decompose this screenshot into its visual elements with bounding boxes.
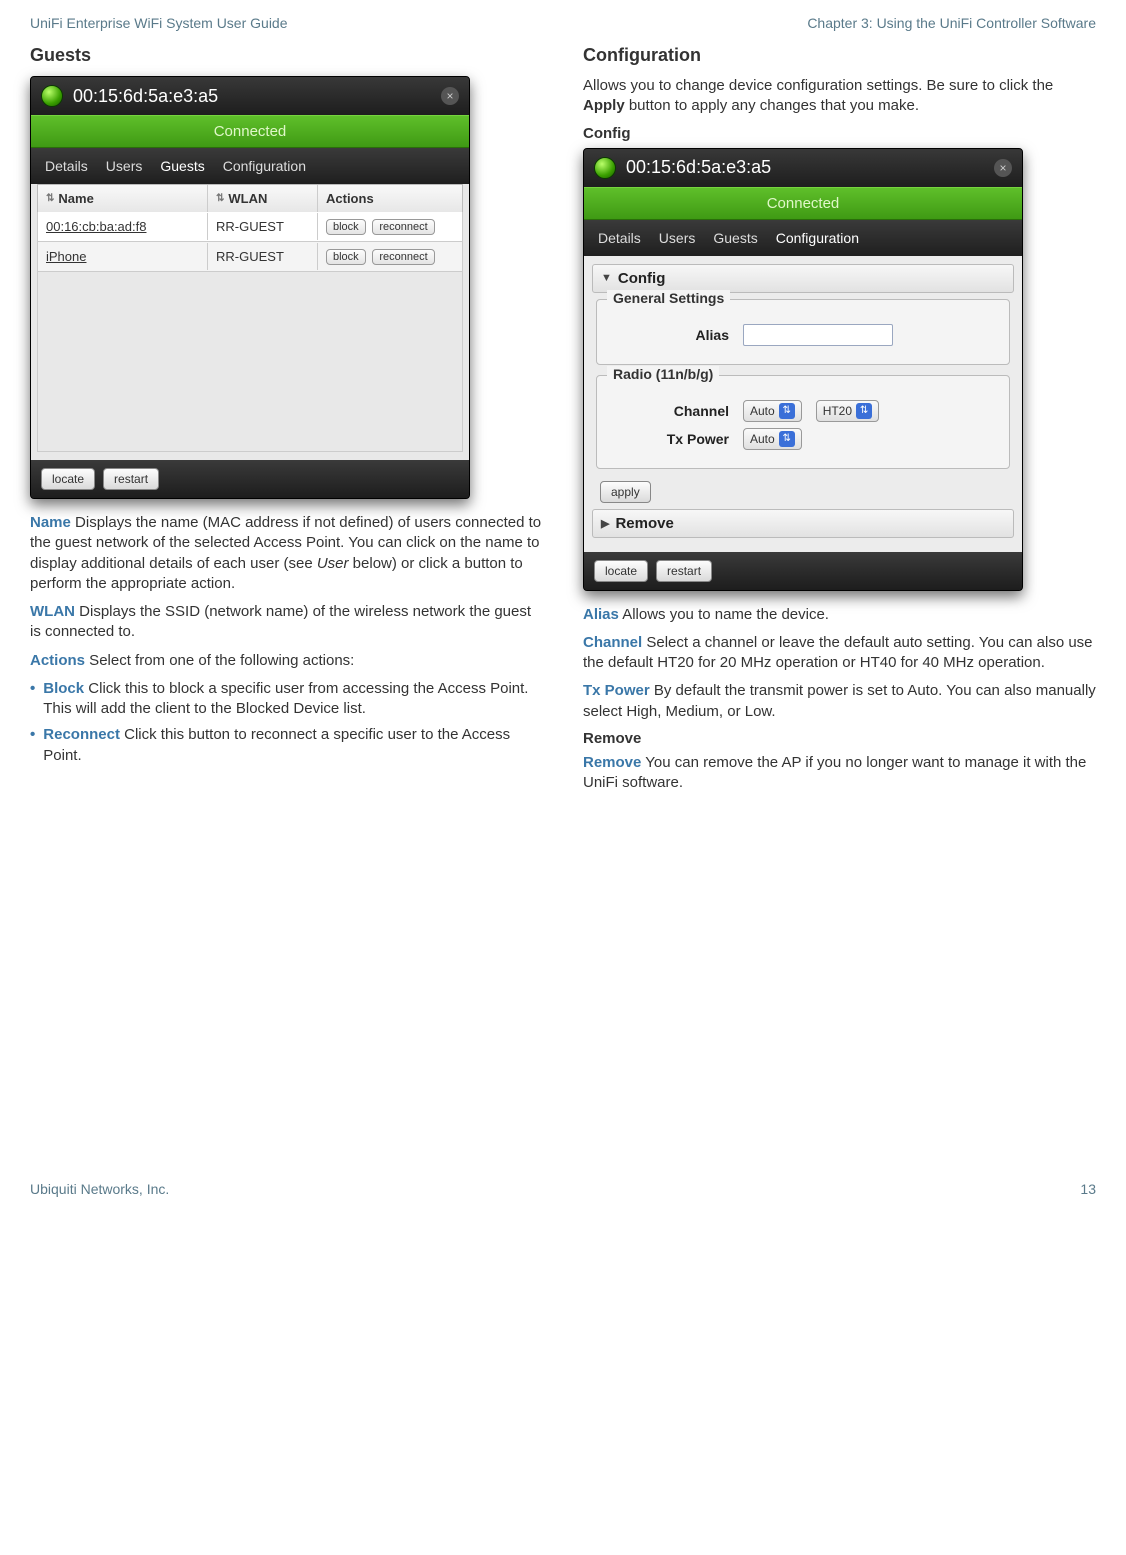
tab-users[interactable]: Users xyxy=(659,230,696,246)
bullet-icon: • xyxy=(30,679,35,720)
wlan-desc: WLAN Displays the SSID (network name) of… xyxy=(30,602,543,643)
connected-status: Connected xyxy=(31,115,469,148)
restart-button[interactable]: restart xyxy=(656,560,712,582)
header-left: UniFi Enterprise WiFi System User Guide xyxy=(30,15,288,31)
triangle-down-icon: ▼ xyxy=(601,272,612,284)
col-header-wlan[interactable]: ⇅WLAN xyxy=(208,185,318,212)
window-titlebar: 00:15:6d:5a:e3:a5 × xyxy=(31,77,469,115)
reconnect-term: Reconnect xyxy=(43,726,120,743)
config-intro: Allows you to change device configuratio… xyxy=(583,76,1096,117)
remove-desc: Remove You can remove the AP if you no l… xyxy=(583,753,1096,794)
footer-right: 13 xyxy=(1080,1181,1096,1197)
guest-wlan: RR-GUEST xyxy=(208,213,318,240)
block-bullet: • Block Click this to block a specific u… xyxy=(30,679,543,720)
restart-button[interactable]: restart xyxy=(103,468,159,490)
channel-select[interactable]: Auto ⇅ xyxy=(743,400,802,422)
radio-legend: Radio (11n/b/g) xyxy=(607,366,719,382)
channel-label: Channel xyxy=(609,403,729,419)
chevron-updown-icon: ⇅ xyxy=(779,403,795,419)
guest-name-link[interactable]: 00:16:cb:ba:ad:f8 xyxy=(38,213,208,240)
sort-icon: ⇅ xyxy=(46,193,54,204)
reconnect-button[interactable]: reconnect xyxy=(372,219,434,235)
actions-term: Actions xyxy=(30,652,85,669)
guest-name-link[interactable]: iPhone xyxy=(38,243,208,270)
configuration-heading: Configuration xyxy=(583,45,1096,66)
window-title: 00:15:6d:5a:e3:a5 xyxy=(626,157,771,178)
close-icon[interactable]: × xyxy=(994,159,1012,177)
block-button[interactable]: block xyxy=(326,249,366,265)
tab-guests[interactable]: Guests xyxy=(713,230,757,246)
config-accordion[interactable]: ▼ Config xyxy=(592,264,1014,293)
config-window: 00:15:6d:5a:e3:a5 × Connected Details Us… xyxy=(583,148,1023,591)
page-footer: Ubiquiti Networks, Inc. 13 xyxy=(30,1181,1096,1197)
block-term: Block xyxy=(43,680,84,697)
table-header: ⇅Name ⇅WLAN Actions xyxy=(37,184,463,212)
window-titlebar: 00:15:6d:5a:e3:a5 × xyxy=(584,149,1022,187)
bullet-icon: • xyxy=(30,725,35,766)
txpower-label: Tx Power xyxy=(609,431,729,447)
connected-status: Connected xyxy=(584,187,1022,220)
wlan-term: WLAN xyxy=(30,603,75,620)
alias-desc: Alias Allows you to name the device. xyxy=(583,605,1096,625)
tab-configuration[interactable]: Configuration xyxy=(776,230,859,246)
alias-input[interactable] xyxy=(743,324,893,346)
col-header-name[interactable]: ⇅Name xyxy=(38,185,208,212)
radio-group: Radio (11n/b/g) Channel Auto ⇅ HT20 ⇅ xyxy=(596,375,1010,469)
status-dot-icon xyxy=(594,157,616,179)
table-row: iPhone RR-GUEST block reconnect xyxy=(37,242,463,272)
close-icon[interactable]: × xyxy=(441,87,459,105)
remove-subheading: Remove xyxy=(583,730,1096,747)
status-dot-icon xyxy=(41,85,63,107)
tx-term: Tx Power xyxy=(583,682,650,699)
reconnect-bullet: • Reconnect Click this button to reconne… xyxy=(30,725,543,766)
triangle-right-icon: ▶ xyxy=(601,517,609,530)
txpower-select[interactable]: Auto ⇅ xyxy=(743,428,802,450)
config-subheading: Config xyxy=(583,125,1096,142)
apply-button[interactable]: apply xyxy=(600,481,651,503)
chevron-updown-icon: ⇅ xyxy=(779,431,795,447)
guests-window: 00:15:6d:5a:e3:a5 × Connected Details Us… xyxy=(30,76,470,499)
sort-icon: ⇅ xyxy=(216,193,224,204)
alias-label: Alias xyxy=(609,327,729,343)
name-term: Name xyxy=(30,514,71,531)
header-right: Chapter 3: Using the UniFi Controller So… xyxy=(807,15,1096,31)
tab-configuration[interactable]: Configuration xyxy=(223,158,306,174)
table-row: 00:16:cb:ba:ad:f8 RR-GUEST block reconne… xyxy=(37,212,463,242)
guest-wlan: RR-GUEST xyxy=(208,243,318,270)
remove-accordion[interactable]: ▶ Remove xyxy=(592,509,1014,538)
col-header-actions: Actions xyxy=(318,185,462,212)
tab-details[interactable]: Details xyxy=(598,230,641,246)
block-button[interactable]: block xyxy=(326,219,366,235)
guests-heading: Guests xyxy=(30,45,543,66)
page-header: UniFi Enterprise WiFi System User Guide … xyxy=(30,15,1096,31)
tab-guests[interactable]: Guests xyxy=(160,158,204,174)
table-empty-area xyxy=(37,272,463,452)
tab-users[interactable]: Users xyxy=(106,158,143,174)
general-settings-group: General Settings Alias xyxy=(596,299,1010,365)
locate-button[interactable]: locate xyxy=(41,468,95,490)
alias-term: Alias xyxy=(583,606,619,623)
tx-desc: Tx Power By default the transmit power i… xyxy=(583,681,1096,722)
window-title: 00:15:6d:5a:e3:a5 xyxy=(73,86,218,107)
ht-select[interactable]: HT20 ⇅ xyxy=(816,400,879,422)
name-desc: Name Displays the name (MAC address if n… xyxy=(30,513,543,594)
general-settings-legend: General Settings xyxy=(607,290,730,306)
channel-term: Channel xyxy=(583,634,642,651)
channel-desc: Channel Select a channel or leave the de… xyxy=(583,633,1096,674)
tab-details[interactable]: Details xyxy=(45,158,88,174)
reconnect-button[interactable]: reconnect xyxy=(372,249,434,265)
actions-desc: Actions Select from one of the following… xyxy=(30,651,543,671)
remove-term: Remove xyxy=(583,754,641,771)
chevron-updown-icon: ⇅ xyxy=(856,403,872,419)
footer-left: Ubiquiti Networks, Inc. xyxy=(30,1181,169,1197)
locate-button[interactable]: locate xyxy=(594,560,648,582)
